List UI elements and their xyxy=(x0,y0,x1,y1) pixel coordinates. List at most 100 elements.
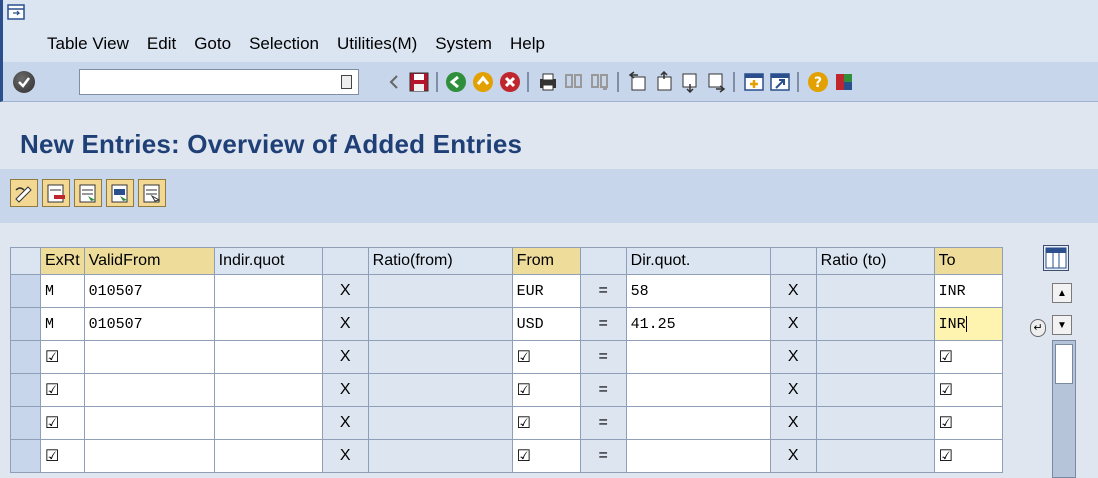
col-header-ratio-from[interactable]: Ratio(from) xyxy=(367,247,513,275)
select-block-icon[interactable] xyxy=(106,179,134,207)
row-selector[interactable] xyxy=(10,274,41,308)
back-arrow-icon[interactable] xyxy=(383,71,405,93)
cell-indir-quot[interactable] xyxy=(213,274,323,308)
delete-entry-icon[interactable] xyxy=(42,179,70,207)
menu-utilities[interactable]: Utilities(M) xyxy=(337,34,417,54)
select-all-icon[interactable] xyxy=(74,179,102,207)
cell-ratio-from[interactable] xyxy=(367,274,513,308)
vertical-scrollbar[interactable] xyxy=(1052,340,1076,478)
value-help-icon[interactable]: ↵ xyxy=(1030,319,1046,337)
customize-layout-icon[interactable] xyxy=(833,71,855,93)
cell-dir-quot[interactable] xyxy=(625,340,771,374)
cell-ratio-from[interactable] xyxy=(367,439,513,473)
cell-from[interactable]: USD xyxy=(511,307,581,341)
menu-system[interactable]: System xyxy=(435,34,492,54)
cell-exrt[interactable]: M xyxy=(40,307,85,341)
command-field[interactable] xyxy=(79,69,359,95)
select-all-cell[interactable] xyxy=(10,247,41,275)
row-selector[interactable] xyxy=(10,406,41,440)
cell-ratio-to[interactable] xyxy=(815,439,935,473)
print-icon[interactable] xyxy=(537,71,559,93)
back-icon[interactable] xyxy=(445,71,467,93)
cell-ratio-to[interactable] xyxy=(815,307,935,341)
col-header-dir-quot[interactable]: Dir.quot. xyxy=(625,247,771,275)
cell-ratio-to[interactable] xyxy=(815,274,935,308)
exit-icon[interactable] xyxy=(472,71,494,93)
row-selector[interactable] xyxy=(10,373,41,407)
cell-exrt[interactable]: ☑ xyxy=(40,439,85,473)
menu-edit[interactable]: Edit xyxy=(147,34,176,54)
menu-goto[interactable]: Goto xyxy=(194,34,231,54)
cell-to[interactable]: ☑ xyxy=(933,373,1003,407)
cell-dir-quot[interactable] xyxy=(625,373,771,407)
change-display-icon[interactable] xyxy=(10,179,38,207)
cell-from[interactable]: ☑ xyxy=(511,439,581,473)
cell-ratio-to[interactable] xyxy=(815,340,935,374)
cell-from[interactable]: ☑ xyxy=(511,373,581,407)
cell-to[interactable]: ☑ xyxy=(933,406,1003,440)
menu-selection[interactable]: Selection xyxy=(249,34,319,54)
cell-exrt[interactable]: M xyxy=(40,274,85,308)
cell-ratio-from[interactable] xyxy=(367,406,513,440)
cell-validfrom[interactable] xyxy=(83,406,215,440)
command-dropdown-icon[interactable] xyxy=(341,75,352,89)
cell-exrt[interactable]: ☑ xyxy=(40,340,85,374)
cell-dir-quot[interactable] xyxy=(625,406,771,440)
cancel-icon[interactable] xyxy=(499,71,521,93)
cell-ratio-from[interactable] xyxy=(367,340,513,374)
deselect-all-icon[interactable] xyxy=(138,179,166,207)
cell-validfrom[interactable] xyxy=(83,373,215,407)
cell-indir-quot[interactable] xyxy=(213,340,323,374)
next-page-icon[interactable] xyxy=(679,71,701,93)
col-header-from[interactable]: From xyxy=(511,247,581,275)
cell-indir-quot[interactable] xyxy=(213,373,323,407)
row-selector[interactable] xyxy=(10,340,41,374)
scroll-down-icon[interactable]: ▼ xyxy=(1052,315,1072,335)
cell-dir-quot[interactable] xyxy=(625,439,771,473)
col-header-validfrom[interactable]: ValidFrom xyxy=(83,247,215,275)
cell-dir-quot[interactable]: 58 xyxy=(625,274,771,308)
col-header-indir-quot[interactable]: Indir.quot xyxy=(213,247,323,275)
row-selector[interactable] xyxy=(10,307,41,341)
cell-validfrom[interactable] xyxy=(83,340,215,374)
menu-exit-icon[interactable] xyxy=(7,4,25,20)
cell-to-active[interactable]: INR xyxy=(933,307,1003,341)
cell-ratio-to[interactable] xyxy=(815,406,935,440)
cell-dir-quot[interactable]: 41.25 xyxy=(625,307,771,341)
table-settings-icon[interactable] xyxy=(1043,245,1069,271)
scroll-up-icon[interactable]: ▲ xyxy=(1052,283,1072,303)
cell-from[interactable]: ☑ xyxy=(511,406,581,440)
last-page-icon[interactable] xyxy=(705,71,727,93)
previous-page-icon[interactable] xyxy=(653,71,675,93)
cell-to[interactable]: INR xyxy=(933,274,1003,308)
find-icon[interactable] xyxy=(563,71,585,93)
cell-indir-quot[interactable] xyxy=(213,406,323,440)
cell-to[interactable]: ☑ xyxy=(933,439,1003,473)
cell-validfrom[interactable]: 010507 xyxy=(83,274,215,308)
cell-from[interactable]: ☑ xyxy=(511,340,581,374)
cell-indir-quot[interactable] xyxy=(213,439,323,473)
save-icon[interactable] xyxy=(408,71,430,93)
cell-indir-quot[interactable] xyxy=(213,307,323,341)
create-session-icon[interactable] xyxy=(743,71,765,93)
cell-exrt[interactable]: ☑ xyxy=(40,373,85,407)
find-next-icon[interactable] xyxy=(589,71,611,93)
enter-check-icon[interactable] xyxy=(13,71,35,93)
menu-table-view[interactable]: Table View xyxy=(47,34,129,54)
first-page-icon[interactable] xyxy=(627,71,649,93)
help-icon[interactable]: ? xyxy=(807,71,829,93)
shortcut-icon[interactable] xyxy=(769,71,791,93)
col-header-exrt[interactable]: ExRt xyxy=(40,247,85,275)
menu-help[interactable]: Help xyxy=(510,34,545,54)
row-selector[interactable] xyxy=(10,439,41,473)
cell-to[interactable]: ☑ xyxy=(933,340,1003,374)
cell-validfrom[interactable] xyxy=(83,439,215,473)
cell-exrt[interactable]: ☑ xyxy=(40,406,85,440)
col-header-to[interactable]: To xyxy=(933,247,1003,275)
col-header-ratio-to[interactable]: Ratio (to) xyxy=(815,247,935,275)
cell-from[interactable]: EUR xyxy=(511,274,581,308)
scrollbar-thumb[interactable] xyxy=(1055,344,1073,384)
cell-ratio-from[interactable] xyxy=(367,307,513,341)
cell-ratio-from[interactable] xyxy=(367,373,513,407)
cell-ratio-to[interactable] xyxy=(815,373,935,407)
